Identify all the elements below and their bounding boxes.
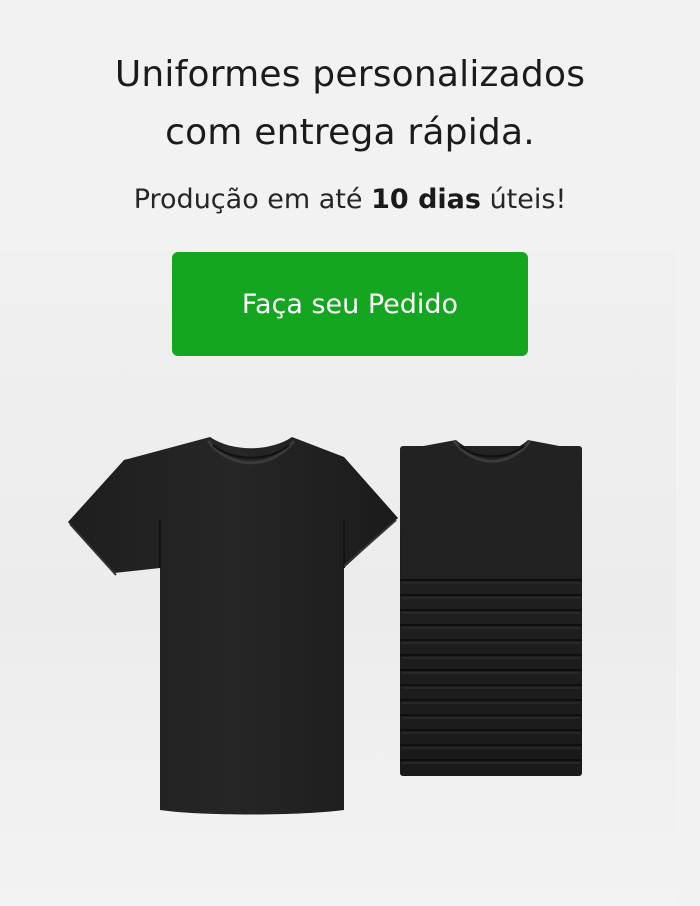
- subtitle: Produção em até 10 dias úteis!: [0, 180, 700, 220]
- subtitle-prefix: Produção em até: [133, 184, 372, 215]
- subtitle-highlight: 10 dias: [371, 184, 481, 215]
- folded-tshirt-stack: [400, 440, 582, 776]
- headline-line-1: Uniformes personalizados: [114, 54, 586, 95]
- hero-section: Uniformes personalizados com entrega ráp…: [0, 0, 700, 906]
- headline: Uniformes personalizados com entrega ráp…: [0, 46, 700, 162]
- order-button[interactable]: Faça seu Pedido: [172, 252, 528, 356]
- flat-tshirt: [68, 437, 398, 815]
- subtitle-suffix: úteis!: [480, 184, 567, 215]
- headline-line-2: com entrega rápida.: [165, 112, 535, 153]
- black-tshirts-image: [68, 437, 582, 815]
